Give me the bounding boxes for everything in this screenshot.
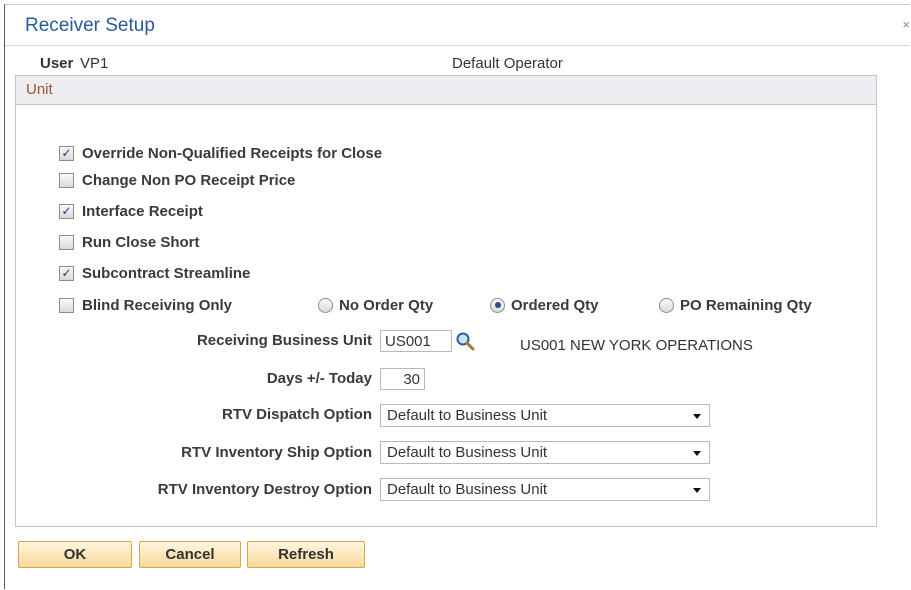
dialog-title: Receiver Setup	[25, 15, 155, 36]
interface-label: Interface Receipt	[82, 202, 203, 220]
rtv-ship-label: RTV Inventory Ship Option	[181, 444, 372, 461]
radio-ordered-qty[interactable]: Ordered Qty	[490, 295, 599, 315]
chevron-down-icon	[693, 414, 701, 419]
rtv-ship-select[interactable]: Default to Business Unit	[380, 441, 710, 464]
close-icon[interactable]: ×	[902, 17, 910, 32]
checkmark-icon: ✓	[61, 146, 72, 160]
close-short-label: Run Close Short	[82, 233, 200, 251]
change-price-label: Change Non PO Receipt Price	[82, 171, 296, 189]
change-price-checkbox[interactable]	[59, 172, 74, 188]
cancel-button[interactable]: Cancel	[139, 541, 241, 568]
no-order-qty-label: No Order Qty	[339, 296, 434, 314]
user-label: User	[40, 55, 74, 72]
magnifier-icon[interactable]	[454, 330, 476, 352]
checkbox-row-blind[interactable]: Blind Receiving Only	[59, 295, 232, 315]
rtv-dispatch-value: Default to Business Unit	[387, 407, 548, 424]
checkbox-row-subcontract[interactable]: ✓ Subcontract Streamline	[59, 263, 250, 283]
radio-selected-dot	[494, 302, 501, 308]
business-unit-label: Receiving Business Unit	[196, 332, 372, 349]
days-label: Days +/- Today	[266, 370, 372, 387]
panel-title: Unit	[26, 81, 53, 98]
override-checkbox[interactable]: ✓	[59, 145, 74, 161]
title-bar: Receiver Setup ×	[5, 5, 910, 46]
ordered-qty-label: Ordered Qty	[511, 296, 599, 314]
user-value: VP1	[80, 55, 109, 72]
rtv-destroy-select[interactable]: Default to Business Unit	[380, 478, 710, 501]
user-description: Default Operator	[452, 55, 563, 72]
checkmark-icon: ✓	[61, 204, 72, 218]
blind-receiving-checkbox[interactable]	[59, 297, 74, 313]
radio-po-remaining-qty[interactable]: PO Remaining Qty	[659, 295, 812, 315]
days-input[interactable]: 30	[380, 368, 425, 390]
checkmark-icon: ✓	[61, 266, 72, 280]
refresh-button[interactable]: Refresh	[247, 541, 365, 568]
chevron-down-icon	[693, 488, 701, 493]
rtv-destroy-value: Default to Business Unit	[387, 481, 548, 498]
business-unit-input[interactable]: US001	[380, 330, 452, 352]
interface-checkbox[interactable]: ✓	[59, 203, 74, 219]
checkbox-row-change-price[interactable]: Change Non PO Receipt Price	[59, 170, 295, 190]
override-label: Override Non-Qualified Receipts for Clos…	[82, 144, 383, 162]
close-short-checkbox[interactable]	[59, 234, 74, 250]
blind-receiving-label: Blind Receiving Only	[82, 296, 233, 314]
ok-button[interactable]: OK	[18, 541, 132, 568]
checkbox-row-close-short[interactable]: Run Close Short	[59, 232, 200, 252]
panel-header: Unit	[16, 76, 876, 105]
rtv-dispatch-select[interactable]: Default to Business Unit	[380, 404, 710, 427]
rtv-dispatch-label: RTV Dispatch Option	[222, 406, 372, 423]
subcontract-checkbox[interactable]: ✓	[59, 265, 74, 281]
chevron-down-icon	[693, 451, 701, 456]
subcontract-label: Subcontract Streamline	[82, 264, 251, 282]
checkbox-row-override[interactable]: ✓ Override Non-Qualified Receipts for Cl…	[59, 143, 382, 163]
radio-no-order-qty[interactable]: No Order Qty	[318, 295, 433, 315]
business-unit-description: US001 NEW YORK OPERATIONS	[520, 337, 753, 354]
po-remaining-qty-radio[interactable]	[659, 297, 674, 313]
checkbox-row-interface[interactable]: ✓ Interface Receipt	[59, 201, 203, 221]
po-remaining-qty-label: PO Remaining Qty	[680, 296, 812, 314]
ordered-qty-radio[interactable]	[490, 297, 505, 313]
rtv-ship-value: Default to Business Unit	[387, 444, 548, 461]
rtv-destroy-label: RTV Inventory Destroy Option	[157, 481, 372, 498]
no-order-qty-radio[interactable]	[318, 297, 333, 313]
